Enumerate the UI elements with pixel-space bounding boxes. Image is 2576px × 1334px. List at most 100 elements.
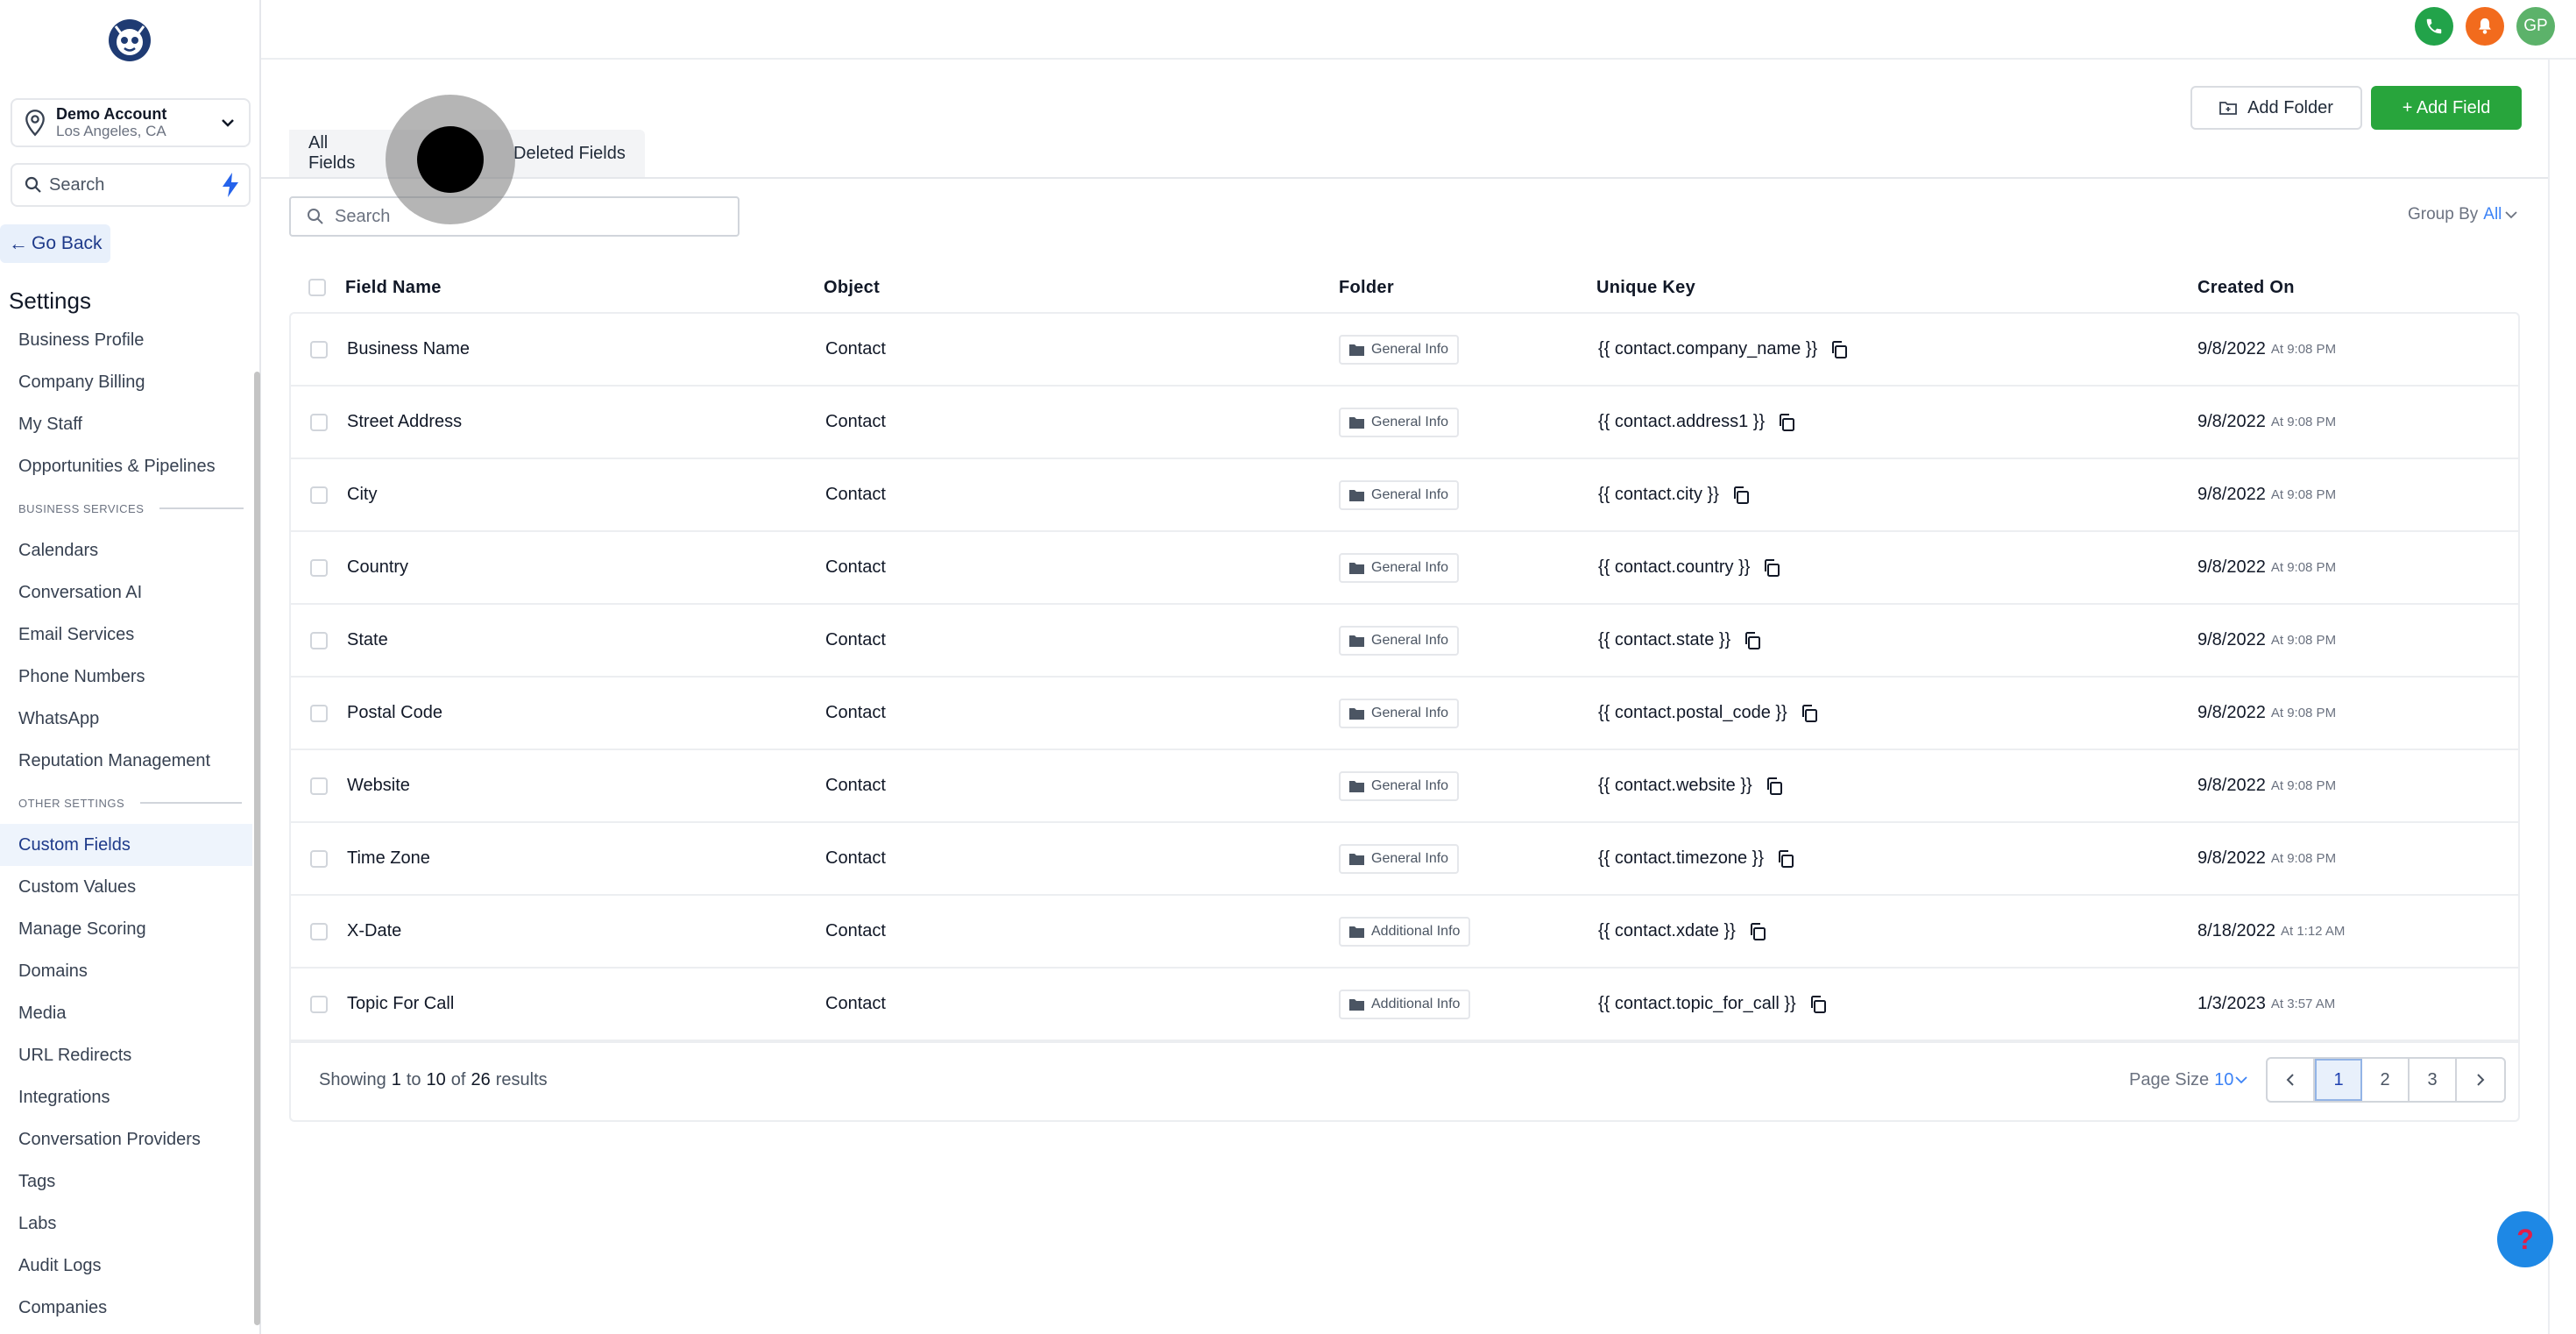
table-row[interactable]: Street Address Contact General Info {{ cont…	[291, 387, 2518, 459]
account-switcher[interactable]: Demo Account Los Angeles, CA	[11, 98, 251, 147]
copy-icon[interactable]	[1762, 558, 1781, 578]
copy-icon[interactable]	[1776, 849, 1795, 869]
row-checkbox[interactable]	[310, 486, 328, 504]
tab-deleted-fields[interactable]: Deleted Fields	[494, 130, 645, 177]
header-object[interactable]: Object	[824, 263, 880, 312]
nav-item-calendars[interactable]: Calendars	[0, 529, 256, 571]
nav-item-opportunities-pipelines[interactable]: Opportunities & Pipelines	[0, 445, 256, 487]
sidebar-search[interactable]: Search	[11, 163, 251, 207]
table-row[interactable]: X-Date Contact Additional Info {{ contact.x…	[291, 896, 2518, 969]
page-button-1[interactable]: 1	[2315, 1059, 2362, 1101]
search-input[interactable]: Search	[289, 196, 740, 237]
select-all-checkbox[interactable]	[308, 279, 326, 296]
page-size-dropdown[interactable]: Page Size 10	[2129, 1041, 2248, 1118]
add-field-button[interactable]: + Add Field	[2371, 86, 2522, 130]
prev-page-button[interactable]	[2268, 1059, 2315, 1101]
nav-item-company-billing[interactable]: Company Billing	[0, 361, 256, 403]
nav-item-email-services[interactable]: Email Services	[0, 614, 256, 656]
nav-item-my-staff[interactable]: My Staff	[0, 403, 256, 445]
nav-item-audit-logs[interactable]: Audit Logs	[0, 1245, 256, 1287]
unique-key-cell: {{ contact.timezone }}	[1598, 823, 1795, 894]
row-checkbox[interactable]	[310, 849, 328, 868]
tab-all-fields[interactable]: All Fields	[289, 130, 398, 177]
copy-icon[interactable]	[1777, 413, 1796, 432]
folder-badge-label: General Info	[1371, 414, 1449, 429]
object-cell: Contact	[825, 412, 886, 431]
nav-item-labs[interactable]: Labs	[0, 1203, 256, 1245]
row-checkbox[interactable]	[310, 558, 328, 577]
nav-item-domains[interactable]: Domains	[0, 950, 256, 992]
folder-cell: General Info	[1339, 532, 1460, 603]
folder-icon	[1349, 635, 1364, 647]
nav-item-phone-numbers[interactable]: Phone Numbers	[0, 656, 256, 698]
table-row[interactable]: State Contact General Info {{ contact.state…	[291, 605, 2518, 678]
row-checkbox[interactable]	[310, 340, 328, 358]
copy-icon[interactable]	[1800, 704, 1819, 723]
copy-icon[interactable]	[1748, 922, 1767, 941]
header-field-name[interactable]: Field Name	[345, 263, 442, 312]
row-select-cell	[310, 750, 328, 821]
page-button-3[interactable]: 3	[2410, 1059, 2457, 1101]
nav-item-reputation-management[interactable]: Reputation Management	[0, 740, 256, 782]
copy-icon[interactable]	[1731, 486, 1751, 505]
folder-plus-icon	[2219, 102, 2237, 115]
nav-item-url-redirects[interactable]: URL Redirects	[0, 1034, 256, 1076]
table-row[interactable]: Topic For Call Contact Additional Info {{ c…	[291, 969, 2518, 1041]
user-avatar[interactable]: GP	[2516, 7, 2555, 46]
nav-item-whatsapp[interactable]: WhatsApp	[0, 698, 256, 740]
table-row[interactable]: Country Contact General Info {{ contact.cou…	[291, 532, 2518, 605]
help-button[interactable]: ?	[2497, 1211, 2553, 1267]
top-bar: GP	[261, 0, 2576, 60]
select-all-cell	[308, 263, 326, 312]
next-page-button[interactable]	[2457, 1059, 2504, 1101]
chevron-down-icon	[2505, 211, 2518, 219]
group-by-dropdown[interactable]: Group By All	[2408, 205, 2518, 224]
row-select-cell	[310, 387, 328, 458]
brand-logo[interactable]	[107, 18, 152, 63]
row-checkbox[interactable]	[310, 922, 328, 940]
phone-button[interactable]	[2415, 7, 2453, 46]
nav-item-companies[interactable]: Companies	[0, 1287, 256, 1329]
created-date: 9/8/2022	[2197, 630, 2266, 649]
lightning-bolt-icon[interactable]	[219, 172, 242, 198]
nav-item-business-profile[interactable]: Business Profile	[0, 319, 256, 361]
copy-icon[interactable]	[1765, 777, 1784, 796]
notifications-button[interactable]	[2466, 7, 2504, 46]
field-name-cell: City	[347, 485, 378, 504]
table-row[interactable]: Business Name Contact General Info {{ conta…	[291, 314, 2518, 387]
copy-icon[interactable]	[1808, 995, 1828, 1014]
row-checkbox[interactable]	[310, 631, 328, 649]
header-created-on[interactable]: Created On	[2197, 263, 2295, 312]
nav-item-manage-scoring[interactable]: Manage Scoring	[0, 908, 256, 950]
row-checkbox[interactable]	[310, 413, 328, 431]
table-row[interactable]: City Contact General Info {{ contact.city }…	[291, 459, 2518, 532]
created-date: 9/8/2022	[2197, 485, 2266, 504]
row-checkbox[interactable]	[310, 777, 328, 795]
row-checkbox[interactable]	[310, 704, 328, 722]
nav-item-conversation-ai[interactable]: Conversation AI	[0, 571, 256, 614]
nav-item-custom-values[interactable]: Custom Values	[0, 866, 256, 908]
copy-icon[interactable]	[1829, 340, 1849, 359]
table-row[interactable]: Postal Code Contact General Info {{ contact…	[291, 678, 2518, 750]
sidebar-scrollbar[interactable]	[254, 372, 260, 1325]
nav-item-tags[interactable]: Tags	[0, 1160, 256, 1203]
folder-badge: General Info	[1339, 698, 1460, 728]
go-back-button[interactable]: ← Go Back	[0, 224, 110, 263]
copy-icon[interactable]	[1743, 631, 1762, 650]
nav-item-media[interactable]: Media	[0, 992, 256, 1034]
table-row[interactable]: Time Zone Contact General Info {{ contact.t…	[291, 823, 2518, 896]
header-unique-key[interactable]: Unique Key	[1596, 263, 1695, 312]
nav-item-conversation-providers[interactable]: Conversation Providers	[0, 1118, 256, 1160]
nav-item-custom-fields[interactable]: Custom Fields	[0, 824, 252, 866]
add-folder-button[interactable]: Add Folder	[2190, 86, 2362, 130]
table-row[interactable]: Website Contact General Info {{ contact.web…	[291, 750, 2518, 823]
created-on-cell: 9/8/2022 At 9:08 PM	[2197, 459, 2336, 530]
field-name-cell: Website	[347, 776, 410, 795]
created-date: 9/8/2022	[2197, 776, 2266, 795]
header-folder[interactable]: Folder	[1339, 263, 1394, 312]
created-on-cell: 9/8/2022 At 9:08 PM	[2197, 314, 2336, 385]
page-button-2[interactable]: 2	[2362, 1059, 2410, 1101]
nav-item-integrations[interactable]: Integrations	[0, 1076, 256, 1118]
row-checkbox[interactable]	[310, 995, 328, 1013]
row-select-cell	[310, 823, 328, 894]
